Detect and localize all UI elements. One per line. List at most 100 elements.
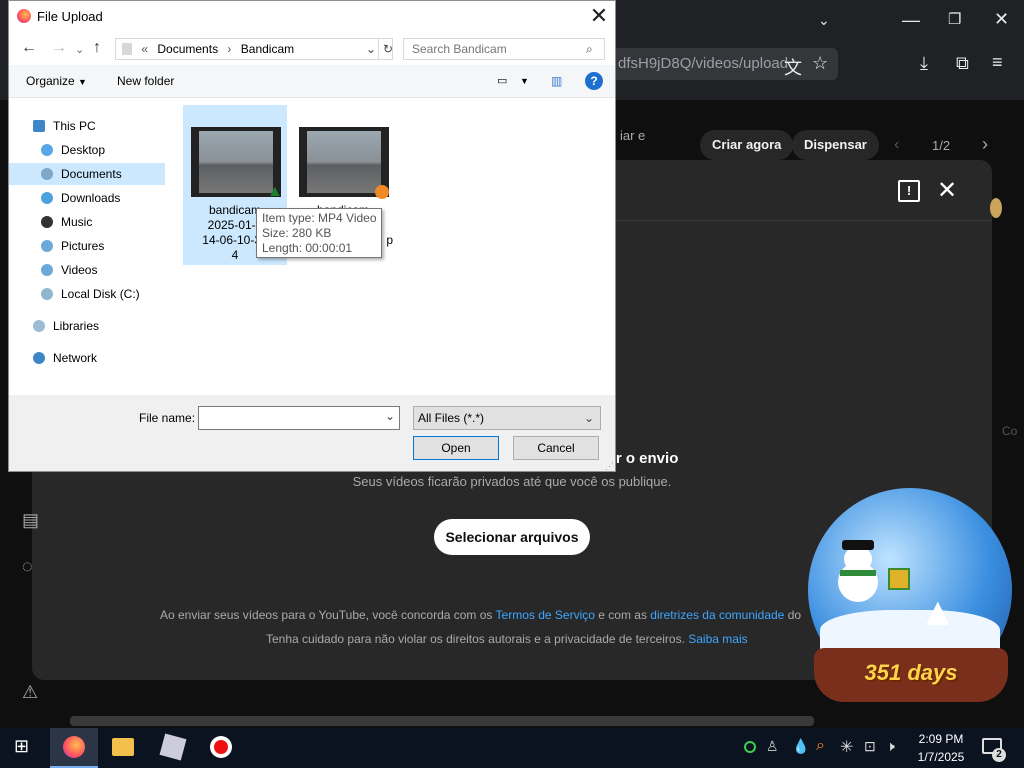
tooltip-length: Length: 00:00:01 [262,241,353,255]
restore-icon[interactable]: ❐ [948,10,961,28]
select-files-button[interactable]: Selecionar arquivos [434,519,590,555]
file-explorer-icon[interactable] [112,738,134,756]
dialog-title: File Upload [37,9,103,24]
back-arrow-icon[interactable]: ← [21,39,37,57]
navigation-pane: This PC Desktop Documents Downloads Musi… [9,101,179,391]
tree-item-local-disk[interactable]: Local Disk (C:) [9,283,165,305]
open-button[interactable]: Open [413,436,499,460]
view-options-icon[interactable]: ▭ [497,74,507,87]
file-type-select[interactable]: All Files (*.*) ⌄ [413,406,601,430]
recent-dropdown-icon[interactable]: ⌄ [75,43,84,56]
dialog-titlebar: File Upload ✕ [9,1,615,33]
breadcrumb-overflow[interactable]: « [141,42,148,56]
learn-more-link[interactable]: Saiba mais [688,632,747,646]
search-input[interactable]: Search Bandicam ⌕ [403,38,605,60]
desktop-icon [41,144,53,156]
clock-time[interactable]: 2:09 PM [916,732,966,746]
clock-date[interactable]: 1/7/2025 [912,750,970,764]
address-dropdown-icon[interactable]: ⌄ [366,39,376,59]
music-icon [41,216,53,228]
preview-pane-icon[interactable]: ▥ [551,74,562,88]
network-icon [33,352,45,364]
rail-subtitles-icon[interactable]: ▤ [22,510,39,531]
avatar[interactable] [990,198,1002,218]
tray-sparkle-icon[interactable]: ✳ [840,737,853,757]
cancel-button[interactable]: Cancel [513,436,599,460]
horizontal-scrollbar[interactable] [70,716,814,726]
window-close-icon[interactable]: ✕ [994,9,1009,30]
tray-search-icon[interactable]: ⌕ [816,737,825,755]
snowman-icon [830,540,890,610]
tree-item-desktop[interactable]: Desktop [9,139,165,161]
tray-drop-icon[interactable]: 💧 [792,738,809,755]
tree-item-network[interactable]: Network [9,347,165,369]
right-partial-text: Co [1002,424,1018,438]
notification-count-badge: 2 [992,748,1006,762]
legal-line-2: Tenha cuidado para não violar os direito… [266,632,748,646]
computer-icon [33,120,45,132]
dismiss-button[interactable]: Dispensar [792,130,879,160]
terms-link[interactable]: Termos de Serviço [496,608,595,622]
extensions-icon[interactable]: ⧉ [956,53,969,74]
breadcrumb-documents[interactable]: Documents [157,42,218,56]
tree-item-this-pc[interactable]: This PC [9,115,165,137]
bookmark-star-icon[interactable]: ☆ [812,53,828,74]
tooltip-size: Size: 280 KB [262,226,332,240]
bandicam-record-icon[interactable] [210,736,232,758]
libraries-icon [33,320,45,332]
downloads-icon [41,192,53,204]
tree-item-documents[interactable]: Documents [9,163,165,185]
modal-close-icon[interactable]: ✕ [937,176,957,205]
menu-icon[interactable]: ≡ [992,52,1003,73]
play-badge-icon [375,185,389,199]
help-icon[interactable]: ? [585,72,603,90]
snowy-tree-icon: ▲ [918,590,958,634]
refresh-icon[interactable]: ↻ [378,39,393,59]
tree-item-music[interactable]: Music [9,211,165,233]
tree-item-pictures[interactable]: Pictures [9,235,165,257]
toast-text: iar e [620,128,646,143]
guidelines-link[interactable]: diretrizes da comunidade [650,608,784,622]
feedback-icon[interactable]: ! [898,180,920,202]
next-arrow-icon[interactable]: › [982,134,988,155]
upload-subtitle: Seus vídeos ficarão privados até que voc… [352,474,672,489]
file-name-field[interactable]: ⌄ [198,406,400,430]
rail-copyright-icon[interactable]: ◌ [22,556,33,577]
file-list: ▲ bandicam 2025-01-0 14-06-10-31 4 bandi… [181,101,613,391]
tree-item-videos[interactable]: Videos [9,259,165,281]
tray-status-icon[interactable] [744,741,756,753]
translate-icon[interactable]: 文 [784,54,802,80]
address-bar[interactable]: dfsH9jD8Q/videos/upload [612,48,838,80]
tab-list-icon[interactable]: ⌄ [818,12,830,29]
tray-network-icon[interactable]: ⊡ [864,738,876,755]
create-now-button[interactable]: Criar agora [700,130,794,160]
download-icon[interactable]: ⤓ [920,53,928,74]
videos-icon [41,264,53,276]
prev-arrow-icon[interactable]: ‹ [894,136,899,154]
taskbar-firefox[interactable] [50,728,98,768]
file-tooltip: Item type: MP4 Video Size: 280 KB Length… [256,208,382,258]
dialog-close-icon[interactable]: ✕ [587,5,611,29]
days-counter: 351 days [864,660,958,685]
organize-button[interactable]: Organize ▼ [26,74,87,88]
chevron-down-icon: ⌄ [584,411,595,425]
up-arrow-icon[interactable]: ↑ [93,39,101,57]
minimize-icon[interactable]: — [902,10,920,31]
new-folder-button[interactable]: New folder [117,74,174,88]
tray-volume-muted-icon[interactable]: 🕨 [886,738,895,755]
tree-item-libraries[interactable]: Libraries [9,315,165,337]
chevron-down-icon[interactable]: ⌄ [385,409,395,423]
breadcrumb-bandicam[interactable]: Bandicam [241,42,294,56]
address-breadcrumb[interactable]: « Documents › Bandicam ⌄ ↻ [115,38,393,60]
view-dropdown-icon[interactable]: ▼ [520,76,529,86]
tree-item-downloads[interactable]: Downloads [9,187,165,209]
resize-grip-icon[interactable]: ⋰ [605,461,614,472]
windows-start-icon[interactable]: ⊞ [14,736,38,760]
tray-people-icon[interactable]: ♙ [766,738,779,755]
chevron-down-icon: ▼ [78,77,87,87]
rail-feedback-icon[interactable]: ⚠ [22,682,38,703]
folder-icon [122,43,132,55]
tooltip-type: Item type: MP4 Video [262,211,377,225]
forward-arrow-icon[interactable]: → [51,39,67,57]
video-thumbnail-icon [299,127,389,197]
